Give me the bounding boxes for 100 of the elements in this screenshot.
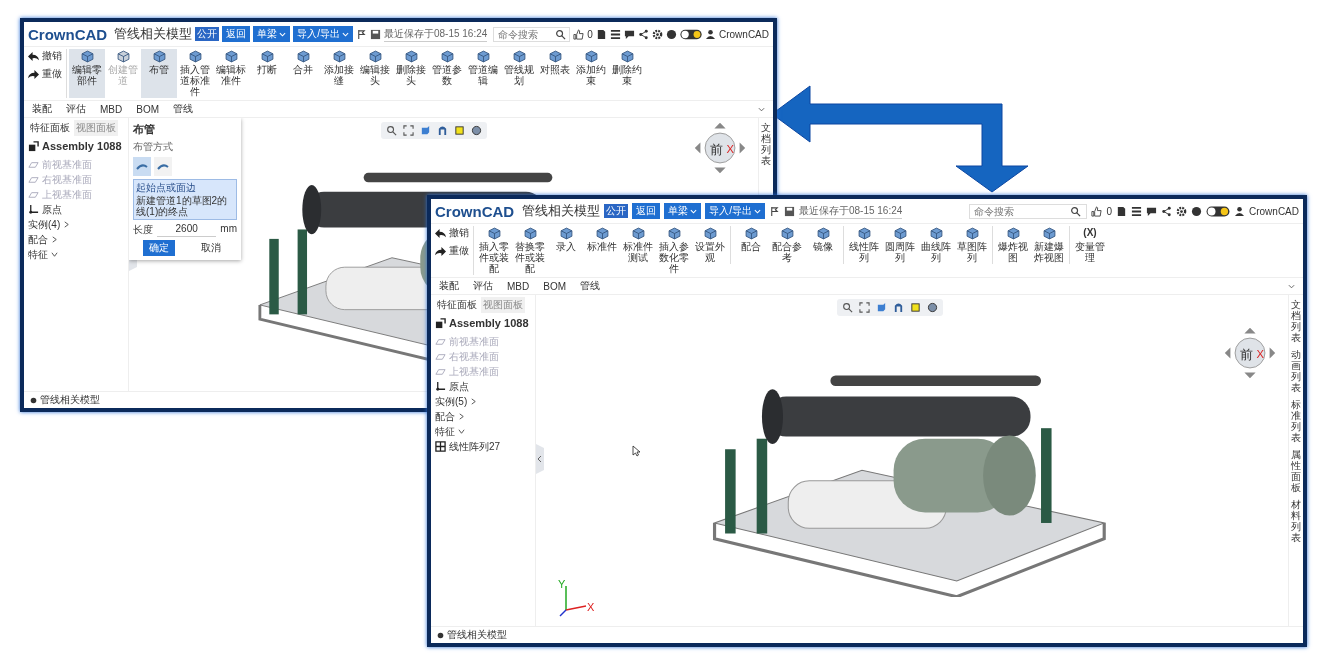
toolbar-button[interactable]: 设置外观: [692, 226, 728, 275]
side-tab[interactable]: 文档列表: [1291, 299, 1301, 343]
list-icon[interactable]: [1131, 205, 1142, 217]
thumbs-up-icon[interactable]: [573, 28, 585, 40]
arch-icon[interactable]: [436, 125, 448, 136]
save-icon[interactable]: [783, 205, 795, 217]
sphere-icon[interactable]: [926, 302, 938, 313]
toolbar-button[interactable]: 打断: [249, 49, 285, 98]
toolbar-button[interactable]: 爆炸视图: [995, 226, 1031, 264]
chevron-icon[interactable]: [1288, 282, 1295, 290]
side-tab[interactable]: 动画列表: [1291, 349, 1301, 393]
ribbon-tab[interactable]: 装配: [32, 102, 52, 116]
toolbar-button[interactable]: 配合: [733, 226, 769, 264]
settings-icon[interactable]: [1176, 205, 1187, 217]
toolbar-button[interactable]: 布管: [141, 49, 177, 98]
search-icon[interactable]: [385, 125, 397, 136]
share-icon[interactable]: [1161, 205, 1172, 217]
document-icon[interactable]: [595, 28, 607, 40]
mode-button[interactable]: [133, 157, 151, 176]
toolbar-button[interactable]: 录入: [548, 226, 584, 275]
toolbar-button[interactable]: 删除接头: [393, 49, 429, 98]
side-tab[interactable]: 材料列表: [1291, 499, 1301, 543]
view-cube-drawing[interactable]: 前 X: [1222, 325, 1278, 381]
toolbar-button[interactable]: 镜像: [805, 226, 841, 264]
sphere-icon[interactable]: [470, 125, 482, 136]
flag-icon[interactable]: [768, 205, 780, 217]
toolbar-button[interactable]: 线性阵列: [846, 226, 882, 264]
tree-item[interactable]: 实例(4): [28, 217, 124, 232]
mode-button[interactable]: [154, 157, 172, 176]
toolbar-button[interactable]: 标准件测试: [620, 226, 656, 275]
tree-item[interactable]: 配合: [28, 232, 124, 247]
toolbar-button[interactable]: 管道参数: [429, 49, 465, 98]
cube-icon[interactable]: [419, 125, 431, 136]
fit-view-icon[interactable]: [402, 125, 414, 136]
settings-icon[interactable]: [651, 28, 663, 40]
flag-icon[interactable]: [355, 28, 367, 40]
panel-tab[interactable]: 特征面板: [435, 297, 479, 313]
menu-button[interactable]: 导入/导出: [705, 203, 765, 219]
toolbar-button[interactable]: 编辑零部件: [69, 49, 105, 98]
toolbar-button[interactable]: 添加接缝: [321, 49, 357, 98]
side-tab[interactable]: 标准列表: [1291, 399, 1301, 443]
ribbon-tab[interactable]: MBD: [100, 103, 123, 115]
side-tab[interactable]: 文档列表: [761, 122, 771, 166]
tree-item[interactable]: 特征: [435, 424, 531, 439]
theme-toggle[interactable]: [679, 28, 702, 40]
toolbar-button[interactable]: 编辑接头: [357, 49, 393, 98]
toolbar-button[interactable]: 管道编辑: [465, 49, 501, 98]
theme-toggle[interactable]: [1206, 205, 1230, 217]
toolbar-button[interactable]: 替换零件或装配: [512, 226, 548, 275]
toolbar-button[interactable]: 对照表: [537, 49, 573, 98]
toolbar-button[interactable]: 曲线阵列: [918, 226, 954, 264]
undo-button[interactable]: 撤销: [435, 226, 469, 240]
list-icon[interactable]: [609, 28, 621, 40]
toolbar-button[interactable]: 编辑标准件: [213, 49, 249, 98]
cancel-button[interactable]: 取消: [195, 240, 227, 256]
square-icon[interactable]: [453, 125, 465, 136]
toolbar-button[interactable]: 插入参数化零件: [656, 226, 692, 275]
ribbon-tab[interactable]: 管线: [173, 102, 193, 116]
ribbon-tab[interactable]: 评估: [66, 102, 86, 116]
length-field[interactable]: 2600: [157, 223, 217, 237]
collapse-handle[interactable]: [536, 443, 544, 474]
menu-button[interactable]: 返回: [632, 203, 661, 219]
toolbar-button[interactable]: 合并: [285, 49, 321, 98]
toolbar-button[interactable]: 配合参考: [769, 226, 805, 264]
tree-item[interactable]: 实例(5): [435, 394, 531, 409]
toolbar-button[interactable]: 新建爆炸视图: [1031, 226, 1067, 264]
menu-button[interactable]: 返回: [222, 26, 251, 42]
tree-item[interactable]: 线性阵列27: [435, 439, 531, 454]
ribbon-tab[interactable]: BOM: [543, 280, 566, 292]
ribbon-tab[interactable]: 评估: [473, 279, 493, 293]
redo-button[interactable]: 重做: [28, 67, 62, 81]
chevron-icon[interactable]: [758, 105, 765, 113]
ribbon-tab[interactable]: 管线: [580, 279, 600, 293]
ribbon-tab[interactable]: 装配: [439, 279, 459, 293]
tree-item[interactable]: 原点: [28, 202, 124, 217]
document-icon[interactable]: [1116, 205, 1127, 217]
menu-button[interactable]: 单梁: [664, 203, 702, 219]
redo-button[interactable]: 重做: [435, 244, 469, 258]
chat-icon[interactable]: [623, 28, 635, 40]
search-box[interactable]: 命令搜索: [969, 203, 1088, 219]
toolbar-button[interactable]: (X) 变量管理: [1072, 226, 1108, 264]
selection-field[interactable]: 起始点或面边 新建管道1的草图2的线(1)的终点: [133, 179, 237, 220]
toolbar-button[interactable]: 标准件: [584, 226, 620, 275]
search-box[interactable]: 命令搜索: [493, 26, 571, 42]
menu-button[interactable]: 导入/导出: [293, 26, 353, 42]
arch-icon[interactable]: [892, 302, 904, 313]
toolbar-button[interactable]: 添加约束: [573, 49, 609, 98]
toolbar-button[interactable]: 删除约束: [609, 49, 645, 98]
search-icon[interactable]: [841, 302, 853, 313]
panel-tab[interactable]: 特征面板: [28, 120, 72, 136]
toolbar-button[interactable]: 插入零件或装配: [476, 226, 512, 275]
view-cube-drawing[interactable]: 前 X: [692, 120, 748, 176]
tree-item[interactable]: 配合: [435, 409, 531, 424]
tree-item[interactable]: 原点: [435, 379, 531, 394]
ribbon-tab[interactable]: MBD: [507, 280, 530, 292]
square-icon[interactable]: [909, 302, 921, 313]
toolbar-button[interactable]: 插入管道标准件: [177, 49, 213, 98]
toolbar-button[interactable]: 草图阵列: [954, 226, 990, 264]
tree-item[interactable]: 特征: [28, 247, 124, 262]
side-tab[interactable]: 属性面板: [1291, 449, 1301, 493]
